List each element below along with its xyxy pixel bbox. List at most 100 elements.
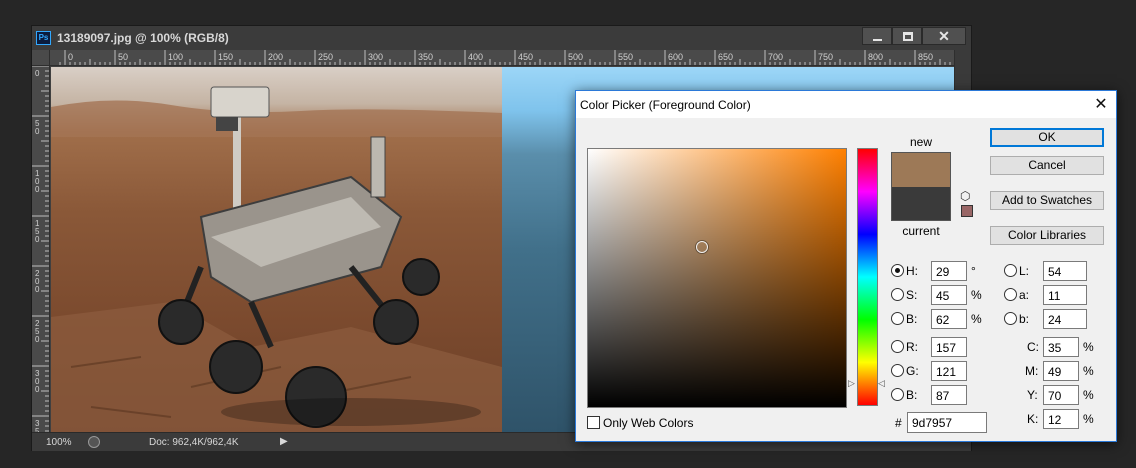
ruler-h-label: 350 bbox=[418, 52, 433, 62]
vertical-ruler[interactable]: 050100150200250300350 bbox=[32, 66, 50, 432]
color-libraries-button[interactable]: Color Libraries bbox=[990, 226, 1104, 245]
ruler-h-label: 0 bbox=[68, 52, 73, 62]
brightness-row: B: 62 % bbox=[891, 309, 991, 329]
hue-slider-left-arrow-icon[interactable]: ▷ bbox=[848, 378, 855, 389]
lab-b-input[interactable]: 24 bbox=[1043, 309, 1087, 329]
document-titlebar[interactable]: Ps 13189097.jpg @ 100% (RGB/8) ✕ bbox=[32, 26, 971, 50]
black-input[interactable]: 12 bbox=[1043, 409, 1079, 429]
lab-l-input[interactable]: 54 bbox=[1043, 261, 1087, 281]
close-document-button[interactable]: ✕ bbox=[922, 27, 966, 45]
close-icon: ✕ bbox=[938, 28, 950, 44]
lab-l-label: L: bbox=[1019, 264, 1030, 278]
hue-unit: ° bbox=[971, 264, 976, 278]
red-radio[interactable] bbox=[891, 340, 904, 353]
ruler-origin[interactable] bbox=[32, 50, 50, 66]
brightness-unit: % bbox=[971, 312, 982, 326]
new-color-swatch bbox=[891, 152, 951, 187]
only-web-colors-label: Only Web Colors bbox=[603, 416, 694, 430]
lab-l-row: L: 54 bbox=[1004, 261, 1104, 281]
hue-label: H: bbox=[906, 264, 918, 278]
ruler-h-label: 500 bbox=[568, 52, 583, 62]
lab-a-radio[interactable] bbox=[1004, 288, 1017, 301]
hue-slider[interactable] bbox=[857, 148, 878, 406]
hex-color-input[interactable]: 9d7957 bbox=[907, 412, 987, 433]
only-web-colors-checkbox[interactable] bbox=[587, 416, 600, 429]
ruler-h-label: 550 bbox=[618, 52, 633, 62]
green-label: G: bbox=[906, 364, 919, 378]
cyan-label: C: bbox=[1027, 340, 1039, 354]
ruler-v-label: 0 bbox=[35, 235, 40, 244]
ruler-h-label: 700 bbox=[768, 52, 783, 62]
saturation-row: S: 45 % bbox=[891, 285, 991, 305]
hue-row: H: 29 ° bbox=[891, 261, 991, 281]
saturation-input[interactable]: 45 bbox=[931, 285, 967, 305]
ruler-h-label: 600 bbox=[668, 52, 683, 62]
photoshop-logo-icon: Ps bbox=[36, 31, 51, 45]
ruler-h-label: 450 bbox=[518, 52, 533, 62]
ruler-h-label: 850 bbox=[918, 52, 933, 62]
ruler-v-label: 0 bbox=[35, 335, 40, 344]
color-picker-dialog[interactable]: Color Picker (Foreground Color) ✕ ▷ ◁ ne… bbox=[575, 90, 1117, 442]
hue-input[interactable]: 29 bbox=[931, 261, 967, 281]
ruler-v-label: 0 bbox=[35, 185, 40, 194]
green-radio[interactable] bbox=[891, 364, 904, 377]
ruler-v-label: 0 bbox=[35, 385, 40, 394]
horizontal-ruler[interactable]: 0 50 100 150 200 250 300 350 400 450 500 550 600 650 7… bbox=[50, 50, 954, 66]
lab-l-radio[interactable] bbox=[1004, 264, 1017, 277]
ruler-h-label: 100 bbox=[168, 52, 183, 62]
saturation-radio[interactable] bbox=[891, 288, 904, 301]
lab-b-radio[interactable] bbox=[1004, 312, 1017, 325]
status-menu-arrow-icon[interactable]: ▶ bbox=[280, 436, 288, 447]
dialog-close-button[interactable]: ✕ bbox=[1086, 94, 1116, 116]
cancel-button[interactable]: Cancel bbox=[990, 156, 1104, 175]
ruler-h-label: 50 bbox=[118, 52, 128, 62]
ruler-v-label: 0 bbox=[35, 285, 40, 294]
blue-radio[interactable] bbox=[891, 388, 904, 401]
ruler-h-label: 400 bbox=[468, 52, 483, 62]
web-safe-color-chip[interactable] bbox=[961, 205, 973, 217]
ruler-h-label: 750 bbox=[818, 52, 833, 62]
workspace: Ps 13189097.jpg @ 100% (RGB/8) ✕ 0 50 100 1… bbox=[0, 0, 1136, 468]
cyan-input[interactable]: 35 bbox=[1043, 337, 1079, 357]
ruler-h-label: 800 bbox=[868, 52, 883, 62]
brightness-input[interactable]: 62 bbox=[931, 309, 967, 329]
red-input[interactable]: 157 bbox=[931, 337, 967, 357]
hue-slider-right-arrow-icon[interactable]: ◁ bbox=[878, 378, 885, 389]
zoom-level[interactable]: 100% bbox=[46, 437, 72, 448]
cyan-unit: % bbox=[1083, 340, 1094, 354]
magenta-input[interactable]: 49 bbox=[1043, 361, 1079, 381]
current-color-swatch[interactable] bbox=[891, 187, 951, 221]
magenta-label: M: bbox=[1025, 364, 1039, 378]
magenta-unit: % bbox=[1083, 364, 1094, 378]
minimize-button[interactable] bbox=[862, 27, 892, 45]
dialog-titlebar[interactable]: Color Picker (Foreground Color) ✕ bbox=[576, 91, 1116, 118]
saturation-brightness-field[interactable] bbox=[587, 148, 847, 408]
yellow-label: Y: bbox=[1027, 388, 1038, 402]
red-label: R: bbox=[906, 340, 918, 354]
green-row: G: 121 bbox=[891, 361, 991, 381]
yellow-input[interactable]: 70 bbox=[1043, 385, 1079, 405]
red-row: R: 157 bbox=[891, 337, 991, 357]
ruler-h-label: 250 bbox=[318, 52, 333, 62]
maximize-button[interactable] bbox=[892, 27, 922, 45]
color-sample-cursor[interactable] bbox=[696, 241, 708, 253]
share-icon[interactable] bbox=[88, 436, 100, 448]
lab-a-input[interactable]: 11 bbox=[1043, 285, 1087, 305]
vertical-ruler-ticks: 050100150200250300350 bbox=[32, 66, 49, 432]
saturation-label: S: bbox=[906, 288, 918, 302]
ruler-h-label: 200 bbox=[268, 52, 283, 62]
add-to-swatches-button[interactable]: Add to Swatches bbox=[990, 191, 1104, 210]
web-safe-cube-icon[interactable]: ⬡ bbox=[960, 189, 970, 203]
maximize-icon bbox=[903, 32, 913, 41]
hue-radio[interactable] bbox=[891, 264, 904, 277]
black-unit: % bbox=[1083, 412, 1094, 426]
ok-button[interactable]: OK bbox=[990, 128, 1104, 147]
blue-input[interactable]: 87 bbox=[931, 385, 967, 405]
current-color-label: current bbox=[902, 224, 940, 238]
lab-b-label: b: bbox=[1019, 312, 1030, 326]
hex-prefix-label: # bbox=[895, 416, 902, 430]
brightness-label: B: bbox=[906, 312, 918, 326]
horizontal-ruler-ticks: 0 50 100 150 200 250 300 350 400 450 500 550 600 650 7… bbox=[59, 50, 951, 65]
brightness-radio[interactable] bbox=[891, 312, 904, 325]
green-input[interactable]: 121 bbox=[931, 361, 967, 381]
